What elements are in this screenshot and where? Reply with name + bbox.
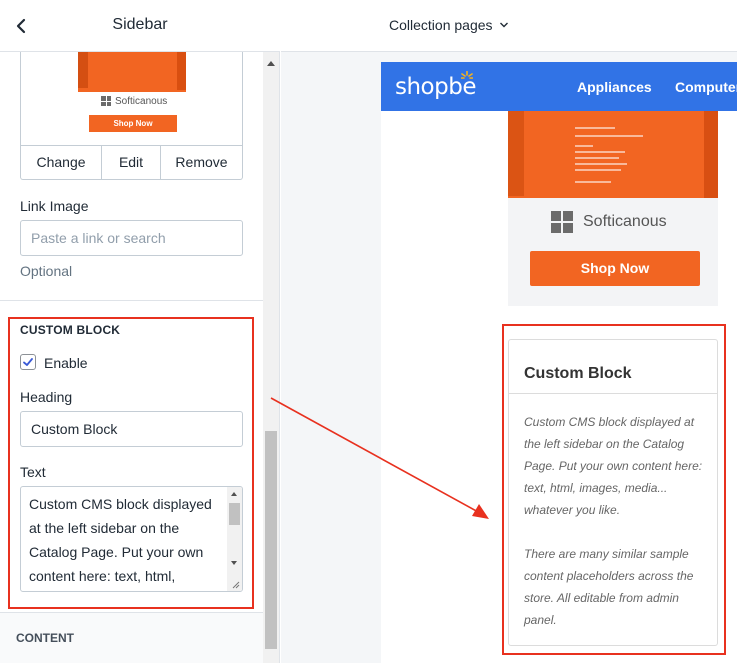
resize-grip-icon[interactable] xyxy=(231,580,240,589)
logo-text: Softicanous xyxy=(115,95,168,107)
scroll-up-arrow-icon[interactable] xyxy=(231,492,237,496)
grid-logo-icon xyxy=(551,211,573,233)
link-image-input[interactable] xyxy=(20,220,243,256)
sidebar-header: Sidebar xyxy=(0,0,280,52)
spark-logo-icon xyxy=(461,71,473,79)
grid-logo-icon xyxy=(101,96,111,106)
textarea-content: Custom CMS block displayed at the left s… xyxy=(29,492,225,588)
textarea-line: Custom CMS block displayed xyxy=(29,496,212,512)
nav-item-computer[interactable]: Computer xyxy=(675,79,737,95)
page-selector-dropdown[interactable]: Collection pages xyxy=(389,17,509,33)
scroll-thumb[interactable] xyxy=(229,503,240,525)
box-shade xyxy=(508,111,524,196)
product-box-image xyxy=(78,52,186,92)
sidebar-scrollbar[interactable] xyxy=(263,52,279,663)
box-text-line xyxy=(575,127,615,129)
theme-editor-sidebar: Sidebar Softicanous Shop Now Change Edit… xyxy=(0,0,280,663)
page-selector-label: Collection pages xyxy=(389,17,493,33)
custom-block-section-title: CUSTOM BLOCK xyxy=(20,323,121,337)
box-text-line xyxy=(575,163,627,165)
textarea-line: content here: text, html, xyxy=(29,568,176,584)
divider xyxy=(0,300,263,301)
text-textarea[interactable]: Custom CMS block displayed at the left s… xyxy=(20,486,243,592)
softicanous-logo: Softicanous xyxy=(101,95,167,107)
image-actions: Change Edit Remove xyxy=(21,145,242,179)
link-image-hint: Optional xyxy=(20,263,73,279)
box-text-line xyxy=(575,135,643,137)
scroll-up-arrow-icon[interactable] xyxy=(267,61,275,66)
textarea-scrollbar[interactable] xyxy=(227,487,242,591)
logo-text: Softicanous xyxy=(583,213,667,230)
chevron-down-icon xyxy=(499,22,508,28)
text-label: Text xyxy=(20,464,46,480)
image-picker-card: Softicanous Shop Now Change Edit Remove xyxy=(20,52,243,180)
custom-block-paragraph: Custom CMS block displayed at the left s… xyxy=(524,415,703,517)
store-preview-pane: Collection pages shopbe Appliances Compu… xyxy=(281,0,737,663)
custom-block-header: Custom Block xyxy=(509,340,717,394)
sidebar-banner-image[interactable]: Softicanous Shop Now xyxy=(508,111,718,306)
product-box-image xyxy=(508,111,718,198)
thumbnail-shop-button: Shop Now xyxy=(89,115,177,132)
box-text-line xyxy=(575,151,625,153)
enable-label[interactable]: Enable xyxy=(44,355,88,371)
box-text-line xyxy=(575,145,593,147)
box-text-line xyxy=(575,157,619,159)
change-image-button[interactable]: Change xyxy=(21,146,101,179)
preview-header: Collection pages xyxy=(281,0,737,52)
sidebar-title: Sidebar xyxy=(112,16,168,33)
scroll-down-arrow-icon[interactable] xyxy=(231,561,237,565)
custom-block-widget: Custom Block Custom CMS block displayed … xyxy=(508,339,718,646)
store-page: shopbe Appliances Computer Softicanous S… xyxy=(381,62,737,663)
scroll-thumb[interactable] xyxy=(265,431,277,649)
custom-block-body: Custom CMS block displayed at the left s… xyxy=(524,411,710,631)
custom-block-heading: Custom Block xyxy=(524,365,632,382)
textarea-line: Catalog Page. Put your own xyxy=(29,544,204,560)
box-text-line xyxy=(575,169,621,171)
checkmark-icon xyxy=(23,358,33,366)
box-text-line xyxy=(575,181,611,183)
custom-block-paragraph: There are many similar sample content pl… xyxy=(524,547,694,627)
remove-image-button[interactable]: Remove xyxy=(160,146,242,179)
heading-label: Heading xyxy=(20,389,73,405)
textarea-line: at the left sidebar on the xyxy=(29,520,180,536)
sidebar-settings-scroll: Softicanous Shop Now Change Edit Remove … xyxy=(0,52,263,663)
shop-now-button[interactable]: Shop Now xyxy=(530,251,700,286)
image-thumbnail: Softicanous Shop Now xyxy=(21,52,242,145)
box-shade xyxy=(177,52,186,90)
link-image-label: Link Image xyxy=(20,198,89,214)
box-shade xyxy=(78,52,88,88)
heading-input[interactable]: Custom Block xyxy=(20,411,243,447)
content-section-header[interactable]: CONTENT xyxy=(0,612,263,663)
enable-checkbox[interactable] xyxy=(20,354,36,370)
box-shade xyxy=(704,111,718,198)
content-section-title: CONTENT xyxy=(16,631,74,645)
softicanous-logo: Softicanous xyxy=(551,211,667,233)
nav-item-appliances[interactable]: Appliances xyxy=(577,79,652,95)
store-navbar: shopbe Appliances Computer xyxy=(381,62,737,111)
edit-image-button[interactable]: Edit xyxy=(101,146,160,179)
